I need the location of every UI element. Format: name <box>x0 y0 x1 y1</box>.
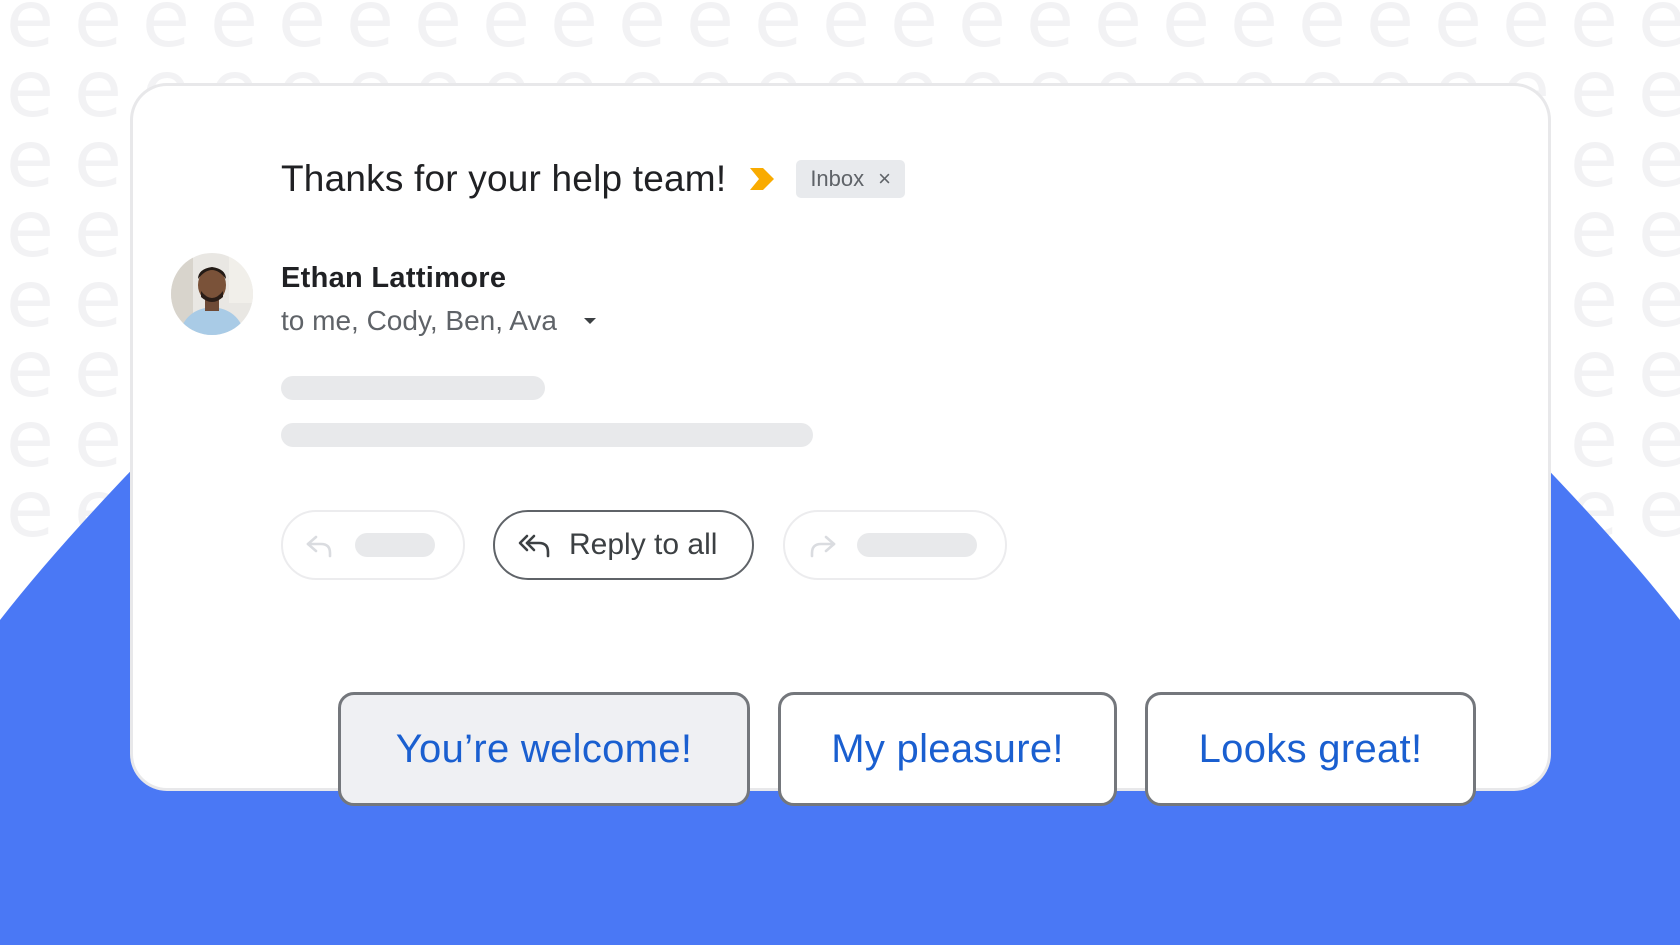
importance-marker-icon[interactable] <box>748 166 776 192</box>
caret-down-icon[interactable] <box>583 317 597 325</box>
sender-block: Ethan Lattimore to me, Cody, Ben, Ava <box>281 262 597 337</box>
email-subject: Thanks for your help team! <box>281 158 727 199</box>
recipients-row: to me, Cody, Ben, Ava <box>281 305 597 337</box>
inbox-label-chip: Inbox × <box>796 160 905 198</box>
reply-label-placeholder <box>355 533 435 557</box>
reply-all-icon <box>517 531 553 559</box>
reply-icon <box>305 532 335 558</box>
smart-reply-youre-welcome[interactable]: You’re welcome! <box>338 692 750 806</box>
forward-label-placeholder <box>857 533 977 557</box>
forward-button[interactable] <box>783 510 1007 580</box>
recipients-text: to me, Cody, Ben, Ava <box>281 305 558 336</box>
forward-icon <box>807 532 837 558</box>
avatar[interactable] <box>171 253 253 335</box>
smart-reply-my-pleasure[interactable]: My pleasure! <box>778 692 1117 806</box>
email-card: Thanks for your help team! Inbox × Ethan… <box>133 86 1548 788</box>
subject-row: Thanks for your help team! Inbox × <box>281 158 905 200</box>
body-placeholder-line <box>281 376 545 400</box>
inbox-chip-label: Inbox <box>810 166 865 191</box>
reply-all-button[interactable]: Reply to all <box>493 510 754 580</box>
sender-name[interactable]: Ethan Lattimore <box>281 262 597 295</box>
chip-close-icon[interactable]: × <box>878 166 891 192</box>
reply-button[interactable] <box>281 510 465 580</box>
smart-reply-looks-great[interactable]: Looks great! <box>1145 692 1476 806</box>
body-placeholder-line <box>281 423 813 447</box>
reply-all-label: Reply to all <box>569 528 718 561</box>
